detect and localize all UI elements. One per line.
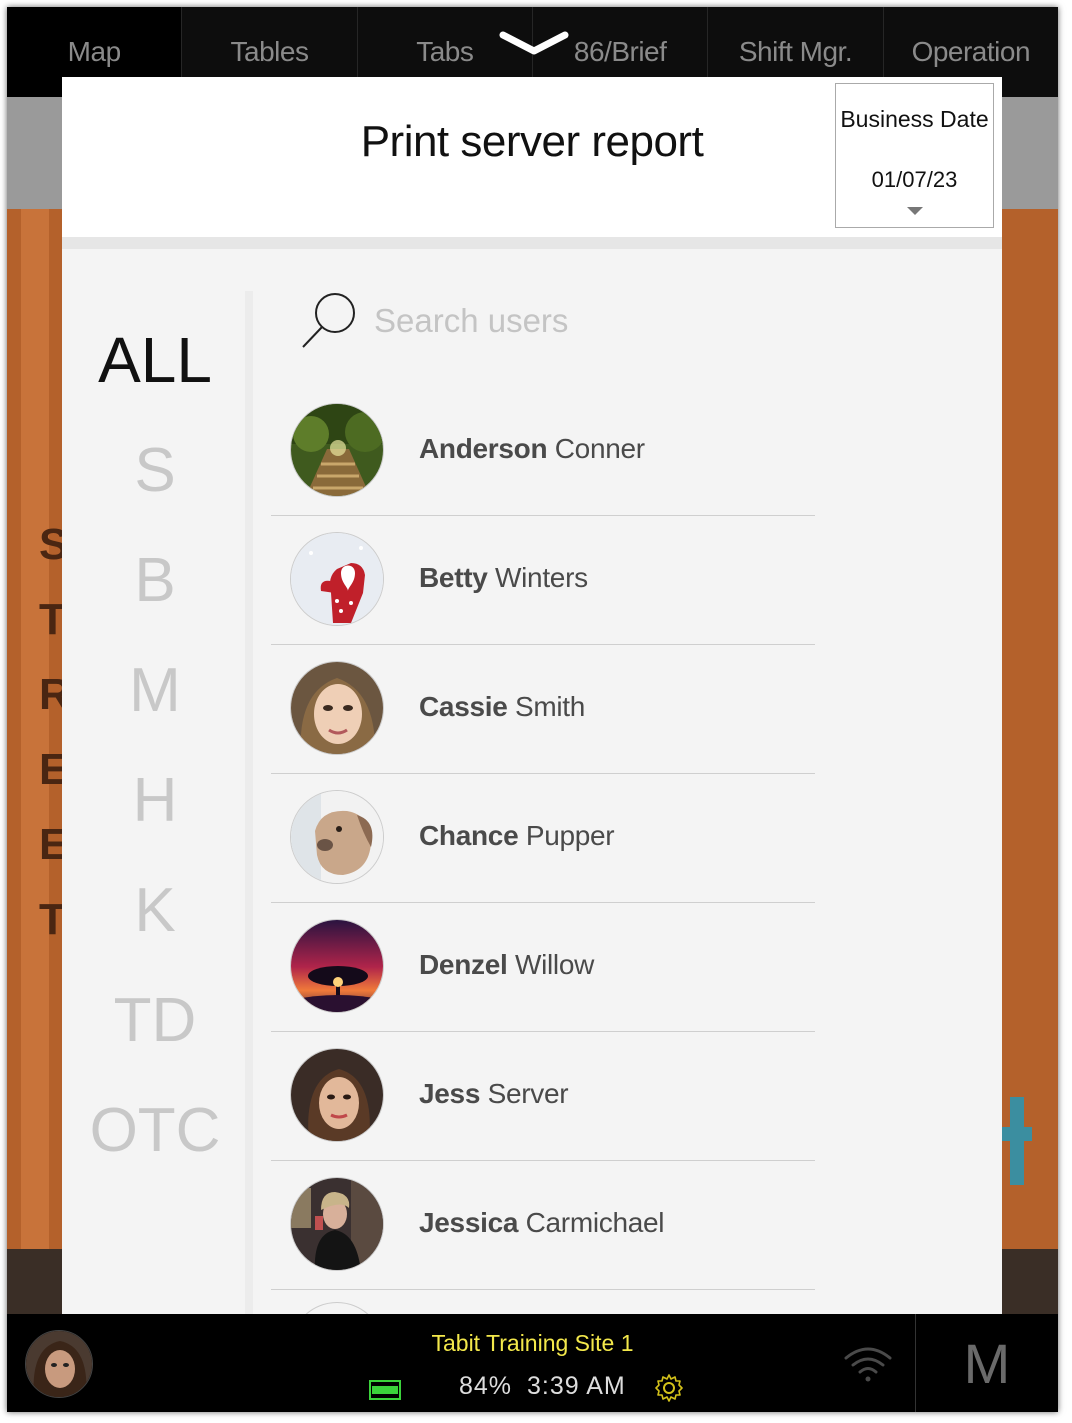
site-name: Tabit Training Site 1 [431,1330,634,1356]
status-bar: Tabit Training Site 1 84% 3:39 AM M [7,1314,1058,1412]
user-name: Betty Winters [419,562,588,593]
search-bar [300,287,800,357]
letter-index-k[interactable]: K [62,855,248,965]
user-row-chance-pupper[interactable]: Chance Pupper [271,774,815,903]
user-name: Cassie Smith [419,691,586,722]
menu-m-button[interactable]: M [916,1314,1058,1412]
letter-index-otc[interactable]: OTC [62,1075,248,1185]
app-window: Map Tables Tabs 86/Brief Shift Mgr. Oper… [7,7,1058,1412]
user-row-denzel-willow[interactable]: Denzel Willow [271,903,815,1032]
avatar [290,1177,384,1271]
index-divider [245,291,253,1314]
user-row-jess-server[interactable]: Jess Server [271,1032,815,1161]
user-row-jessica-carmichael[interactable]: Jessica Carmichael [271,1161,815,1290]
battery-percent: 84% [459,1372,513,1400]
modal-header: Print server report Business Date 01/07/… [62,77,1002,237]
wifi-icon [844,1347,892,1382]
business-date-value: 01/07/23 [871,167,958,192]
battery-icon [369,1380,401,1400]
user-name: Chance Pupper [419,820,615,851]
letter-index-all[interactable]: ALL [62,305,248,415]
avatar [290,403,384,497]
business-date-picker[interactable]: Business Date 01/07/23 [835,83,994,228]
user-row-cassie-smith[interactable]: Cassie Smith [271,645,815,774]
avatar [290,532,384,626]
chevron-down-icon[interactable] [499,27,569,63]
letter-index: ALL S B M H K TD OTC [62,305,248,1185]
search-icon [302,293,355,348]
user-list: Anderson Conner Betty Winters Cassie Smi… [271,387,815,1290]
avatar [290,1302,384,1314]
letter-index-h[interactable]: H [62,745,248,855]
avatar [290,1048,384,1142]
letter-index-td[interactable]: TD [62,965,248,1075]
background-logo-fragment [1002,1097,1032,1225]
gear-icon[interactable] [653,1372,685,1404]
caret-down-icon [907,207,923,215]
user-name: Anderson Conner [419,433,645,464]
letter-index-s[interactable]: S [62,415,248,525]
avatar [290,790,384,884]
header-divider [62,237,1002,249]
user-name: Denzel Willow [419,949,595,980]
user-name: Jessica Carmichael [419,1207,665,1238]
user-row-anderson-conner[interactable]: Anderson Conner [271,387,815,516]
business-date-label: Business Date [840,106,989,132]
clock: 3:39 AM [527,1372,626,1400]
user-name: Jess Server [419,1078,569,1109]
search-input[interactable] [372,295,776,347]
user-row-betty-winters[interactable]: Betty Winters [271,516,815,645]
letter-index-m[interactable]: M [62,635,248,745]
print-server-report-modal: Print server report Business Date 01/07/… [62,77,1002,1314]
avatar [290,661,384,755]
avatar [290,919,384,1013]
letter-index-b[interactable]: B [62,525,248,635]
